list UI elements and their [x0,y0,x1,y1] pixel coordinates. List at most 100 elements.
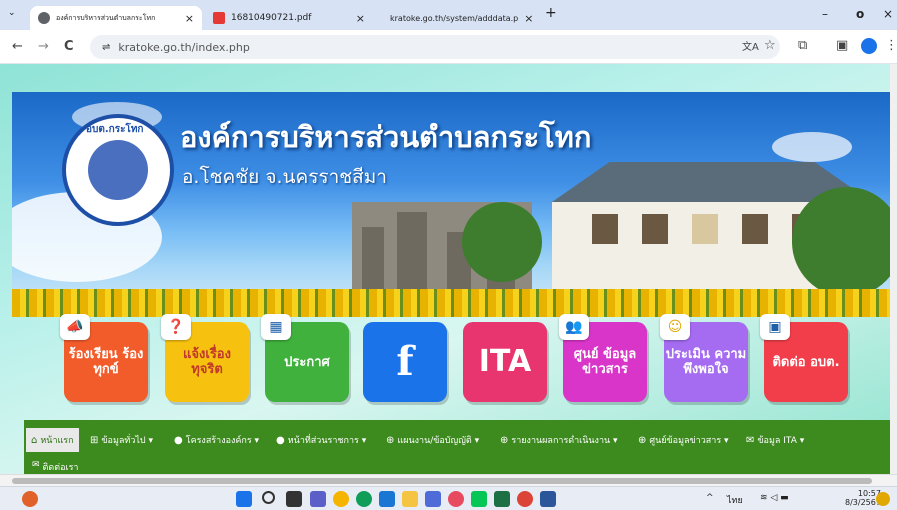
task-view-icon[interactable] [286,491,302,507]
search-icon[interactable] [262,491,275,504]
menu-item-general-info[interactable]: ⊞ ข้อมูลทั่วไป ▾ [90,428,153,452]
new-tab-button[interactable]: + [545,5,557,21]
close-tab-icon[interactable]: × [356,12,365,25]
webpage: อบต.กระโทก องค์การบริหารส่วนตำบลกระโทก อ… [0,64,893,474]
notification-badge-icon[interactable] [22,491,38,507]
monitor-icon: ▣ [760,314,790,340]
menu-item-structure[interactable]: ● โครงสร้างองค์กร ▾ [174,428,259,452]
home-icon: ⌂ [31,434,38,446]
menu-label: ข้อมูล ITA ▾ [757,436,805,446]
menu-label: หน้าที่ส่วนราชการ ▾ [287,436,367,446]
tab-title: 16810490721.pdf [231,13,312,23]
wifi-volume-battery-icon[interactable]: ≋ ◁ ▬ [760,493,789,503]
edge-icon[interactable] [356,491,372,507]
close-tab-icon[interactable]: × [524,12,533,25]
site-subtitle: อ.โชคชัย จ.นครราชสีมา [182,166,387,188]
photos-icon[interactable] [425,491,441,507]
user-icon: ● [174,434,183,446]
mail-icon[interactable] [379,491,395,507]
report-corruption-button[interactable]: ❓ แจ้งเรื่อง ทุจริต [161,314,249,402]
menu-label: แผนงาน/ข้อบัญญัติ ▾ [397,436,480,446]
tab-search-button[interactable]: ⌄ [8,8,16,18]
menu-label: ศูนย์ข้อมูลข่าวสาร ▾ [649,436,729,446]
close-window-button[interactable]: × [883,7,893,21]
search-icon: ⊕ [638,434,647,446]
horizontal-scrollbar[interactable] [0,474,897,486]
tray-chevron-icon[interactable]: ^ [706,493,714,503]
forward-button[interactable]: → [38,39,49,54]
star-icon[interactable]: ☆ [764,38,776,53]
windows-taskbar: ^ ไทย ≋ ◁ ▬ 10:57 8/3/2567 [0,486,897,510]
app-icon[interactable] [448,491,464,507]
menu-item-departments[interactable]: ● หน้าที่ส่วนราชการ ▾ [276,428,366,452]
site-title: องค์การบริหารส่วนตำบลกระโทก [180,120,592,154]
facebook-icon: f [396,338,414,385]
satisfaction-survey-button[interactable]: ☺ ประเมิน ความ พึงพอใจ [660,314,748,402]
people-icon: 👥 [559,314,589,340]
main-menu: ⌂ หน้าแรก ⊞ ข้อมูลทั่วไป ▾ ● โครงสร้างอง… [24,420,890,474]
menu-item-home[interactable]: ⌂ หน้าแรก [26,428,79,452]
profile-avatar[interactable] [861,38,877,54]
mail-icon: ✉ [32,460,40,470]
menu-item-ita[interactable]: ✉ ข้อมูล ITA ▾ [746,428,804,452]
tab-kratoke-home[interactable]: องค์การบริหารส่วนตำบลกระโทก × [30,6,202,30]
header-banner: อบต.กระโทก องค์การบริหารส่วนตำบลกระโทก อ… [12,92,892,317]
url-text: kratoke.go.th/index.php [118,40,250,54]
sunflower-field-image [12,289,892,317]
menu-item-contact[interactable]: ✉ ติดต่อเรา [32,460,78,474]
contact-label: ติดต่อ อบต. [772,354,840,370]
notifications-icon[interactable] [876,492,890,506]
seal-logo: อบต.กระโทก [62,114,174,226]
presentation-icon: ▦ [261,314,291,340]
menu-label: ข้อมูลทั่วไป ▾ [101,436,153,446]
site-info-icon[interactable]: ⇌ [102,42,110,53]
info-center-label: ศูนย์ ข้อมูล ข่าวสาร [573,347,637,377]
minimize-button[interactable]: – [822,7,828,21]
reload-button[interactable]: C [64,39,74,54]
menu-label: หน้าแรก [40,436,74,446]
chrome-colored-icon[interactable] [517,491,533,507]
excel-icon[interactable] [494,491,510,507]
line-icon[interactable] [471,491,487,507]
globe-icon [38,12,50,24]
menu-dots-icon[interactable]: ⋮ [885,38,897,53]
vertical-scrollbar[interactable] [890,64,897,474]
seal-text: อบต.กระโทก [86,124,144,135]
tree-image [462,202,542,282]
contact-button[interactable]: ▣ ติดต่อ อบต. [760,314,848,402]
restore-button[interactable]: o [856,7,864,21]
tab-pdf[interactable]: 16810490721.pdf × [205,6,373,30]
announcement-button[interactable]: ▦ ประกาศ [261,314,349,402]
start-icon[interactable] [236,491,252,507]
menu-item-reports[interactable]: ⊕ รายงานผลการดำเนินงาน ▾ [500,428,618,452]
tree-image [792,187,892,297]
teams-icon[interactable] [310,491,326,507]
tab-title: kratoke.go.th/system/adddata.p [390,13,519,23]
tab-adddata[interactable]: kratoke.go.th/system/adddata.p × [376,6,536,30]
announcement-label: ประกาศ [284,354,330,370]
address-toolbar: ← → C ⇌ kratoke.go.th/index.php 文A ☆ ⧉ ▣… [0,30,897,64]
back-button[interactable]: ← [12,39,23,54]
translate-icon[interactable]: 文A [742,38,759,53]
close-tab-icon[interactable]: × [185,12,194,25]
megaphone-icon: 📣 [60,314,90,340]
complaint-button[interactable]: 📣 ร้องเรียน ร้องทุกข์ [60,314,148,402]
chrome-icon[interactable] [333,491,349,507]
language-indicator[interactable]: ไทย [727,493,743,507]
alert-icon: ❓ [161,314,191,340]
menu-item-plans[interactable]: ⊕ แผนงาน/ข้อบัญญัติ ▾ [386,428,479,452]
pdf-icon [213,12,225,24]
report-corruption-label: แจ้งเรื่อง ทุจริต [183,347,231,377]
extensions-icon[interactable]: ⧉ [798,38,807,53]
facebook-button[interactable]: f [363,322,447,402]
info-center-button[interactable]: 👥 ศูนย์ ข้อมูล ข่าวสาร [559,314,647,402]
word-icon[interactable] [540,491,556,507]
file-explorer-icon[interactable] [402,491,418,507]
sidepanel-icon[interactable]: ▣ [836,38,848,53]
smiley-icon: ☺ [660,314,690,340]
menu-label: ติดต่อเรา [42,463,79,473]
url-bar[interactable]: ⇌ kratoke.go.th/index.php [90,35,780,59]
menu-item-info-center[interactable]: ⊕ ศูนย์ข้อมูลข่าวสาร ▾ [638,428,729,452]
mail-icon: ✉ [746,434,755,446]
ita-button[interactable]: ITA [463,322,547,402]
